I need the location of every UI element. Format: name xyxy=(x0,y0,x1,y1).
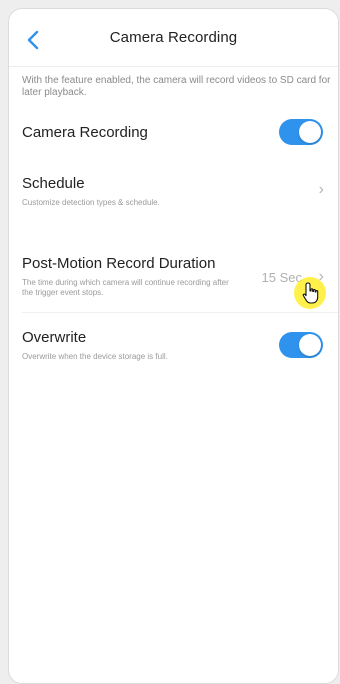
post-motion-duration-row[interactable]: Post-Motion Record Duration The time dur… xyxy=(22,255,328,305)
overwrite-toggle[interactable] xyxy=(279,332,323,358)
row-divider xyxy=(22,312,338,313)
phone-screen: Camera Recording With the feature enable… xyxy=(8,8,339,684)
nav-header: Camera Recording xyxy=(9,9,338,67)
camera-recording-row: Camera Recording xyxy=(22,117,328,147)
chevron-right-icon: › xyxy=(318,181,324,198)
feature-description: With the feature enabled, the camera wil… xyxy=(22,75,331,98)
camera-recording-toggle[interactable] xyxy=(279,119,323,145)
schedule-label: Schedule xyxy=(22,175,85,192)
hand-pointer-icon xyxy=(302,282,319,304)
overwrite-row: Overwrite Overwrite when the device stor… xyxy=(22,329,328,369)
schedule-description: Customize detection types & schedule. xyxy=(22,198,160,207)
toggle-knob xyxy=(299,334,321,356)
page-title: Camera Recording xyxy=(109,29,238,46)
toggle-knob xyxy=(299,121,321,143)
schedule-row[interactable]: Schedule Customize detection types & sch… xyxy=(22,175,328,215)
post-motion-description: The time during which camera will contin… xyxy=(22,278,229,297)
camera-recording-label: Camera Recording xyxy=(22,124,148,141)
duration-value: 15 Sec xyxy=(261,270,302,285)
header-divider xyxy=(9,66,338,67)
